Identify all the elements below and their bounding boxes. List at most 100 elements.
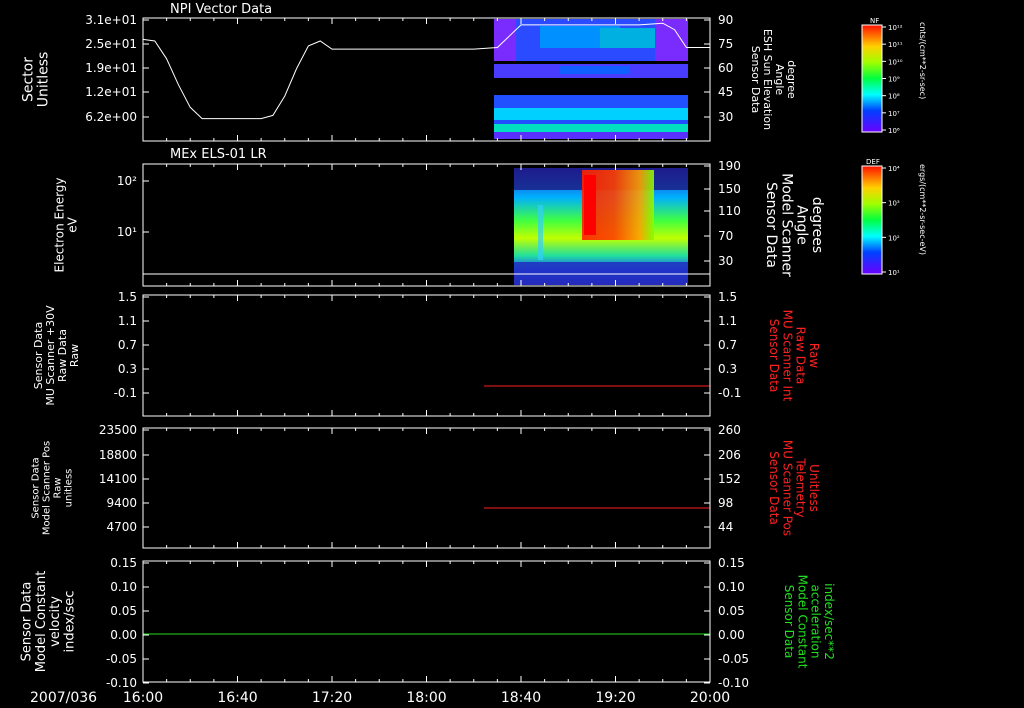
colorbar-def-name: DEF [866,158,880,166]
panel-mu-pos [142,427,711,549]
axis-label-left: Sector [20,57,36,102]
npi-spectro-band-low-purple [494,132,688,139]
y-tick-label-right: 110 [718,204,741,218]
y-tick-label-right: 1.1 [718,314,737,328]
axis-label-right: Sensor Data [767,319,781,393]
y-tick-label-right: 30 [718,110,733,124]
y-tick-label-left: -0.05 [106,652,137,666]
axis-label-right: Sensor Data [763,182,779,268]
colorbar-tick-label: 10¹⁰ [888,58,903,66]
y-tick-label-right: 60 [718,61,733,75]
axis-label-left: Raw [68,344,81,367]
npi-spectro-band-top-right [655,19,688,61]
axis-label-left: eV [66,216,80,232]
axis-label-left: Model Constant [34,571,49,673]
panel-els-spectrogram [514,168,688,285]
axis-label-left: Sensor Data [31,457,42,518]
date-label: 2007/036 [30,690,97,706]
axis-label-left: Unitless [36,52,52,108]
axis-label-right: Model Scanner [778,173,794,277]
panel-mu-pos-frame [142,427,711,549]
axis-label-right: MU Scanner Int [780,310,794,402]
y-tick-label-right: 0.15 [718,556,745,570]
y-tick-label-right: 0.05 [718,604,745,618]
colorbar-tick-label: 10⁹ [888,76,900,84]
y-tick-label-left: 2.5e+01 [85,37,137,51]
colorbar-nf-bar [861,24,883,133]
y-tick-label-right: 150 [718,182,741,196]
npi-spectro-band-low-green [494,124,688,132]
y-tick-label-left: 0.00 [110,628,137,642]
chart-stage: NPI Vector Data MEx ELS-01 LR 3.1e+012.5… [20,2,927,706]
colorbar-tick-label: 10¹¹ [888,41,903,49]
x-tick-label: 17:20 [312,690,352,706]
npi-spectro-band-top-cyan [600,28,660,48]
y-tick-label-left: 9400 [106,496,137,510]
y-tick-label-left: 0.15 [110,556,137,570]
y-tick-label-right: -0.1 [718,386,741,400]
axis-label-right: Raw [807,343,821,368]
y-tick-label-right: 44 [718,520,733,534]
y-tick-label-right: 152 [718,472,741,486]
axis-label-right: degree [785,60,798,99]
axis-label-right: degrees [809,197,825,253]
y-tick-label-left: 6.2e+00 [85,110,137,124]
axis-label-left: Raw [53,477,64,498]
y-tick-label-right: -0.10 [718,676,749,690]
y-tick-label-right: 90 [718,13,733,27]
y-tick-label-left: 1.2e+01 [85,85,137,99]
y-tick-label-left: 3.1e+01 [85,13,137,27]
axis-label-right: Raw Data [794,327,808,385]
axis-label-right: Sensor Data [782,585,796,659]
colorbar-def: DEF 10⁴ 10³ 10² 10¹ ergs/(cm**2-sr-sec-eV) [861,158,927,277]
axis-label-right: Sensor Data [767,451,781,525]
y-tick-label-left: 14100 [99,472,137,486]
axis-label-left: index/sec [62,591,77,653]
colorbar-tick-label: 10³ [888,200,900,208]
axis-label-right: Telemetry [794,457,808,517]
axis-label-left: unitless [64,469,75,508]
colorbar-tick-label: 10² [888,234,900,242]
y-tick-label-left: -0.1 [114,386,137,400]
y-tick-label-right: 206 [718,448,741,462]
axis-label-left: MU Scanner +30V [44,305,57,406]
y-tick-label-left: 0.10 [110,580,137,594]
colorbar-tick-label: 10⁸ [888,93,900,101]
colorbar-tick-label: 10⁶ [888,127,900,135]
y-tick-label-right: 70 [718,229,733,243]
y-tick-label-left: 1.1 [118,314,137,328]
colorbar-nf-unit: cnts/(cm**2-sr-sec) [918,22,927,99]
y-tick-label-right: 0.00 [718,628,745,642]
axis-label-left: velocity [48,596,63,647]
axis-label-left: Sensor Data [32,322,45,389]
y-tick-label-right: 98 [718,496,733,510]
colorbar-nf: NF 10¹² 10¹¹ 10¹⁰ 10⁹ 10⁸ 10⁷ 10⁶ cnts/(cm**2-… [861,17,927,135]
axis-label-right: Model Constant [795,575,809,669]
y-tick-label-left: 23500 [99,423,137,437]
axis-label-right: ESH Sun Elevation [761,29,774,130]
x-tick-label: 16:40 [217,690,257,706]
els-spectro-gap [538,205,543,260]
y-tick-label-left: 10¹ [117,225,137,239]
axis-label-right: Unitless [807,464,821,512]
axis-label-right: index/sec**2 [822,583,836,660]
axis-label-left: Electron Energy [52,177,66,272]
y-tick-label-right: 190 [718,159,741,173]
y-tick-label-left: 0.7 [118,338,137,352]
y-tick-label-left: 1.9e+01 [85,61,137,75]
y-tick-label-right: 0.10 [718,580,745,594]
y-tick-label-left: -0.10 [106,676,137,690]
colorbar-nf-name: NF [870,17,879,25]
axis-label-right: MU Scanner Pos [780,440,794,536]
y-tick-label-right: 260 [718,423,741,437]
colorbar-def-bar [861,165,883,275]
y-tick-label-left: 0.3 [118,362,137,376]
colorbar-tick-label: 10⁴ [888,165,900,173]
colorbar-tick-label: 10⁷ [888,110,900,118]
y-tick-label-right: 75 [718,37,733,51]
axis-label-right: Angle [773,64,786,96]
y-tick-label-left: 0.05 [110,604,137,618]
els-spectro-hot-core [584,175,596,235]
axis-label-right: Angle [794,205,810,245]
x-tick-label: 18:40 [501,690,541,706]
